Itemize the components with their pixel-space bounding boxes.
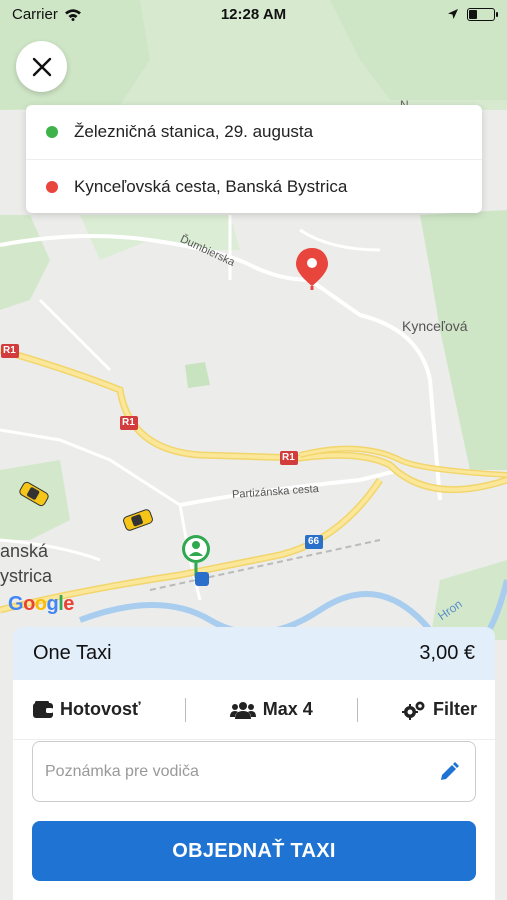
pickup-address-text: Železničná stanica, 29. augusta <box>74 122 314 141</box>
users-icon <box>229 701 256 719</box>
location-arrow-icon <box>448 9 458 19</box>
wifi-icon <box>64 8 81 21</box>
destination-address-text: Kynceľovská cesta, Banská Bystrica <box>74 176 348 196</box>
driver-note-input[interactable] <box>45 762 425 781</box>
road-shield-r1: R1 <box>282 452 295 463</box>
carrier-label: Carrier <box>12 5 58 23</box>
filter-label: Filter <box>432 699 477 719</box>
capacity-label: Max 4 <box>262 699 313 719</box>
status-bar: Carrier 12:28 AM <box>0 0 507 28</box>
payment-label: Hotovosť <box>60 699 141 719</box>
map-label-bystrica: ystrica <box>0 566 53 586</box>
divider <box>184 697 186 722</box>
order-taxi-button[interactable]: OBJEDNAŤ TAXI <box>32 821 476 881</box>
map-label-banska: anská <box>0 541 49 561</box>
pickup-address[interactable]: Železničná stanica, 29. augusta <box>26 105 482 159</box>
filter-option[interactable]: Filter <box>401 699 477 720</box>
road-shield-r1: R1 <box>122 417 135 428</box>
payment-option[interactable]: Hotovosť <box>33 699 141 720</box>
map-label-kyncelova: Kynceľová <box>402 318 468 334</box>
service-row[interactable]: One Taxi 3,00 € <box>13 627 495 680</box>
close-button[interactable] <box>16 41 67 92</box>
pickup-dot-icon <box>46 126 58 138</box>
destination-dot-icon <box>46 180 58 193</box>
route-card: Železničná stanica, 29. augusta Kynceľov… <box>26 105 482 213</box>
road-shield-66: 66 <box>308 536 320 547</box>
service-price: 3,00 € <box>419 642 475 664</box>
options-row: Hotovosť Max 4 Filter <box>13 680 495 740</box>
road-shield-r1: R1 <box>3 345 16 356</box>
divider <box>356 697 358 722</box>
destination-address[interactable]: Kynceľovská cesta, Banská Bystrica <box>26 159 482 213</box>
capacity-option[interactable]: Max 4 <box>229 699 313 720</box>
pencil-icon[interactable] <box>439 761 459 782</box>
wallet-icon <box>33 701 53 718</box>
gears-icon <box>401 701 425 720</box>
driver-note-field[interactable] <box>32 741 476 802</box>
battery-icon <box>467 7 498 21</box>
service-name: One Taxi <box>33 642 112 664</box>
order-panel: One Taxi 3,00 € Hotovosť Max 4 Filter Po… <box>13 627 495 900</box>
close-icon <box>32 57 51 76</box>
google-logo: Google <box>8 593 74 615</box>
